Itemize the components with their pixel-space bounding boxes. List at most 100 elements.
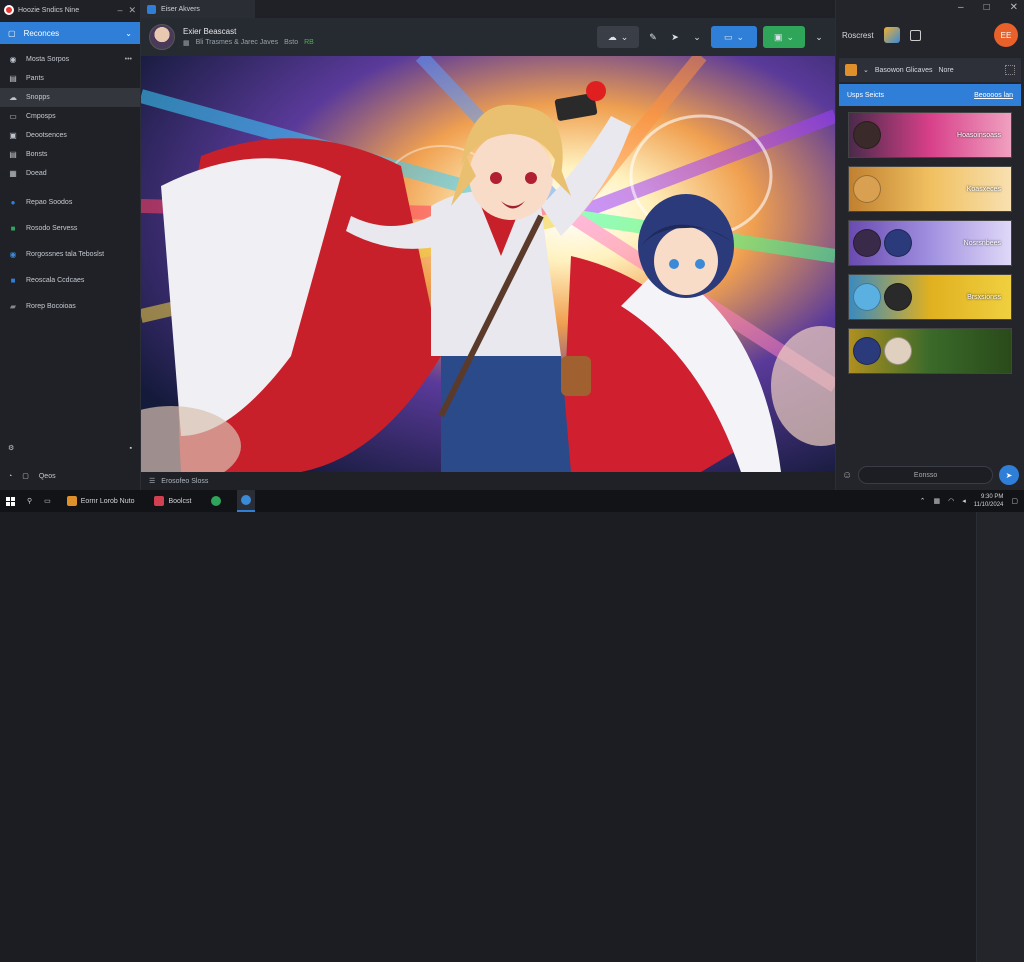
toolbar-label: Basowon Glicaves [874,66,933,74]
send-button[interactable]: ➤ [999,465,1019,485]
sidebar-item-3[interactable]: ▭ Cmposps [0,107,140,126]
sidebar-group-label: Rorep Bocoioas [26,302,76,310]
dropdown-button[interactable]: ⌄ [689,26,705,48]
close-icon[interactable]: ✕ [1010,2,1018,13]
tab-app-icon [147,4,156,14]
sidebar-item-5[interactable]: ▤ Bonsts [0,145,140,164]
sidebar-bottom: ⚙ ▪ ◔ ▢ Qeos [0,434,140,490]
call-button[interactable]: ▣ ⌄ [763,26,805,48]
search-icon[interactable]: ⚲ [27,497,32,505]
globe-icon: ● [10,197,16,207]
sidebar-item-2[interactable]: ☁ Snopps [0,88,140,107]
windows-start-icon[interactable] [6,496,15,506]
avatar[interactable] [149,24,175,50]
pin-button[interactable]: ✎ [645,26,661,48]
sidebar-item-6[interactable]: ▦ Doead [0,164,140,183]
emoji-icon[interactable]: ☺ [977,472,984,962]
dotted-box-icon[interactable] [1005,65,1015,75]
tile-icon: ■ [10,275,16,285]
app-icon [241,495,252,505]
sidebar-item-active[interactable]: ▢ Reconces ⌄ [0,22,140,44]
chevron-down-icon[interactable]: ⌄ [863,66,869,74]
message-input[interactable]: Eonsso [858,466,993,484]
cloud-dropdown-button[interactable]: ☁ ⌄ [597,26,639,48]
square-icon[interactable] [909,29,921,41]
thumbnail-label: Hoasoinsoass [957,131,1001,139]
main-area: Eiser Akvers Exier Beascast ▦ Bli Trasme… [141,0,1024,962]
task-view-icon[interactable]: ▭ [44,497,51,505]
minimize-icon[interactable]: – [958,2,964,13]
thumbnail-face [853,175,881,203]
sidebar-item-label: Reconces [23,28,60,38]
app-icon[interactable] [845,64,857,76]
sidebar-item-0[interactable]: ◉ Mosta Sorpos ••• [0,50,140,69]
tab-active[interactable]: Eiser Akvers [141,0,255,18]
status-badge: RB [304,39,314,46]
sidebar-item-1[interactable]: ▤ Pants [0,69,140,88]
attach-icon[interactable]: ▢ [992,472,999,962]
cloud-icon: ☁ [9,93,17,102]
app-title: Hoozie Sndics Nine [18,6,80,14]
more-dropdown-button[interactable]: ⌄ [811,26,827,48]
gif-icon[interactable]: ▣ [1007,472,1014,962]
wifi-icon[interactable]: ◠ [948,497,954,505]
sidebar-item-label: Mosta Sorpos [26,56,70,63]
sidebar-item-4[interactable]: ▣ Deootsences [0,126,140,145]
emoji-icon[interactable]: ☺ [842,470,852,481]
chat-icon[interactable]: ▪ [130,445,132,452]
clock[interactable]: 9:30 PM 11/10/2024 [974,493,1004,509]
status-prefix: Bsto [284,39,299,46]
minimize-icon[interactable]: – [117,5,122,16]
list-item[interactable]: Brsxsionss [848,274,1012,320]
section-link[interactable]: Beoooos lan [974,92,1013,99]
right-panel-toolbar: ⌄ Basowon Glicaves Nore [839,58,1021,82]
list-item[interactable]: Koasxeces [848,166,1012,212]
chevron-up-icon[interactable]: ⌃ [920,497,926,505]
chevron-down-icon: ⌄ [620,31,629,42]
chevron-down-icon: ⌄ [736,31,745,42]
toolbar-tab[interactable]: Nore [938,67,953,74]
sidebar-group-4[interactable]: ▰ Rorep Bocoioas [0,293,140,319]
list-item[interactable]: Hoasoinsoass [848,112,1012,158]
thumbnail-face [884,283,912,311]
thumbnail-face [853,283,881,311]
sidebar-bottom-help[interactable]: ◔ ▢ Qeos [0,462,140,490]
chat-bubble-icon: ▢ [8,28,16,38]
notification-icon[interactable]: ▢ [1011,497,1018,505]
message-icon[interactable]: ▢ [22,472,29,480]
maximize-icon[interactable]: □ [984,2,990,13]
send-button[interactable]: ➤ [667,26,683,48]
settings-icon[interactable]: ⚙ [8,444,14,452]
sheet-icon: ■ [10,223,16,233]
close-icon[interactable]: ✕ [128,5,136,16]
sidebar-group-3[interactable]: ■ Reoscala Ccdcaes [0,267,140,293]
help-icon[interactable]: ◔ [8,473,12,480]
list-item[interactable] [848,328,1012,374]
list-icon[interactable]: ☰ [149,477,155,485]
profile-avatar[interactable]: EE [994,23,1018,47]
app-icon [211,496,222,506]
taskbar-app-0[interactable]: Eornr Lorob Nuto [63,490,139,512]
list-item[interactable]: Nosrsnbees [848,220,1012,266]
chevron-down-icon[interactable]: ⌄ [125,29,132,38]
chevron-down-icon: ⌄ [815,31,823,42]
people-icon[interactable] [883,27,900,43]
sidebar-bottom-settings[interactable]: ⚙ ▪ [0,434,140,462]
sidebar-group-0[interactable]: ● Repao Soodos [0,189,140,215]
tab-bar: Eiser Akvers [141,0,835,18]
sidebar-group-label: Rosodo Servess [26,224,78,232]
pin-icon: ✎ [649,31,657,42]
thumbnail-label: Brsxsionss [967,293,1001,301]
right-panel: – □ ✕ Roscrest EE ⌄ Basowon Glicaves Nor… [835,0,1024,490]
taskbar-app-2[interactable] [207,490,225,512]
volume-icon[interactable]: ◂ [962,497,966,505]
taskbar-app-3[interactable] [237,490,256,512]
sidebar-group-2[interactable]: ◉ Rorgossnes tala Teboslst [0,241,140,267]
video-button[interactable]: ▭ ⌄ [711,26,757,48]
section-banner: Usps Seicts Beoooos lan [839,84,1021,106]
anime-artwork-image [141,56,835,472]
network-icon[interactable]: ▦ [934,497,941,505]
sidebar-group-1[interactable]: ■ Rosodo Servess [0,215,140,241]
taskbar-app-1[interactable]: Boolcst [150,490,195,512]
more-icon[interactable]: ••• [125,56,132,63]
